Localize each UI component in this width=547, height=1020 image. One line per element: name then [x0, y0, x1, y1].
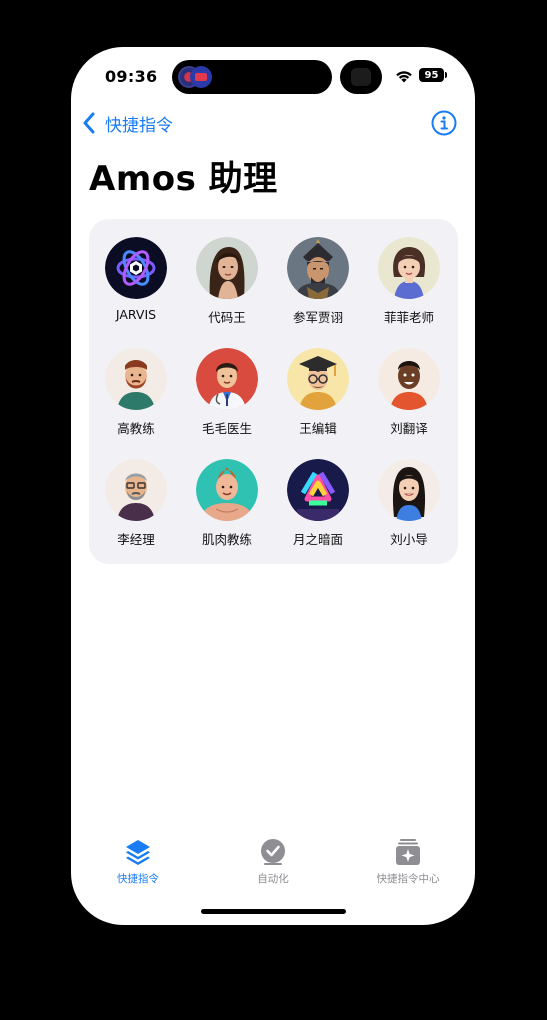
- shortcut-moonshot[interactable]: 月之暗面: [273, 459, 363, 559]
- shortcut-label: 高教练: [117, 421, 155, 436]
- shortcut-label: 代码王: [208, 310, 246, 325]
- shortcut-label: 毛毛医生: [201, 421, 252, 436]
- man-avatar: [378, 348, 440, 410]
- doctor-avatar: [196, 348, 258, 410]
- graduate-avatar: [287, 348, 349, 410]
- battery-tip: [445, 72, 447, 78]
- back-button[interactable]: 快捷指令: [81, 109, 173, 137]
- dynamic-island[interactable]: [172, 60, 332, 94]
- shortcut-label: 李经理: [117, 532, 155, 547]
- tab-label: 快捷指令: [117, 873, 159, 885]
- shortcut-coach[interactable]: 高教练: [91, 348, 181, 448]
- checkmark-clock-icon: [261, 839, 285, 865]
- girl-avatar: [378, 237, 440, 299]
- screen: 09:36 95 快捷指令 Amos 助理 JARVIS 代码王 参军贾诩 菲菲…: [71, 47, 475, 925]
- shortcut-label: 月之暗面: [292, 532, 343, 547]
- shortcut-label: 菲菲老师: [383, 310, 434, 325]
- shortcut-jarvis[interactable]: JARVIS: [91, 237, 181, 337]
- shortcut-manager[interactable]: 李经理: [91, 459, 181, 559]
- tab-label: 快捷指令中心: [376, 873, 440, 885]
- shortcut-advisor[interactable]: 参军贾诩: [273, 237, 363, 337]
- shortcut-doctor[interactable]: 毛毛医生: [182, 348, 272, 448]
- info-circle-icon[interactable]: [431, 110, 457, 136]
- shortcut-label: 刘翻译: [390, 421, 428, 436]
- app-activity-icon: [190, 66, 212, 88]
- sparkle-gallery-icon: [396, 839, 420, 865]
- page-title: Amos 助理: [89, 159, 278, 199]
- shortcut-teacher[interactable]: 菲菲老师: [364, 237, 454, 337]
- tab-automation[interactable]: 自动化: [218, 837, 328, 886]
- shortcut-label: 王编辑: [299, 421, 337, 436]
- back-label: 快捷指令: [105, 115, 173, 136]
- shortcut-guide[interactable]: 刘小导: [364, 459, 454, 559]
- tab-bar: 快捷指令 自动化 快捷指令中心: [71, 837, 475, 897]
- camera-indicator: [340, 60, 382, 94]
- long-hair-girl-avatar: [378, 459, 440, 521]
- battery-indicator: 95: [419, 68, 444, 82]
- tab-gallery[interactable]: 快捷指令中心: [353, 837, 463, 886]
- shortcut-label: JARVIS: [115, 307, 157, 322]
- chevron-left-icon: [83, 112, 95, 134]
- home-indicator[interactable]: [201, 909, 346, 914]
- jarvis-logo: [105, 237, 167, 299]
- glasses-man-avatar: [105, 459, 167, 521]
- shortcut-label: 参军贾诩: [292, 310, 343, 325]
- layers-icon: [126, 840, 150, 865]
- tab-label: 自动化: [257, 873, 289, 885]
- shortcut-editor[interactable]: 王编辑: [273, 348, 363, 448]
- shortcut-coder[interactable]: 代码王: [182, 237, 272, 337]
- bearded-man-avatar: [105, 348, 167, 410]
- wifi-icon: [396, 71, 412, 83]
- shortcut-muscle-coach[interactable]: 肌肉教练: [182, 459, 272, 559]
- tab-shortcuts[interactable]: 快捷指令: [83, 837, 193, 886]
- shortcut-label: 刘小导: [390, 532, 428, 547]
- moonshot-logo: [287, 459, 349, 521]
- shortcut-translator[interactable]: 刘翻译: [364, 348, 454, 448]
- shortcut-label: 肌肉教练: [201, 532, 252, 547]
- shortcut-grid: JARVIS 代码王 参军贾诩 菲菲老师 高教练 毛毛医生 王编辑 刘翻译 李经…: [89, 219, 458, 564]
- status-time: 09:36: [105, 67, 158, 86]
- muscle-man-avatar: [196, 459, 258, 521]
- warrior-portrait: [287, 237, 349, 299]
- woman-portrait: [196, 237, 258, 299]
